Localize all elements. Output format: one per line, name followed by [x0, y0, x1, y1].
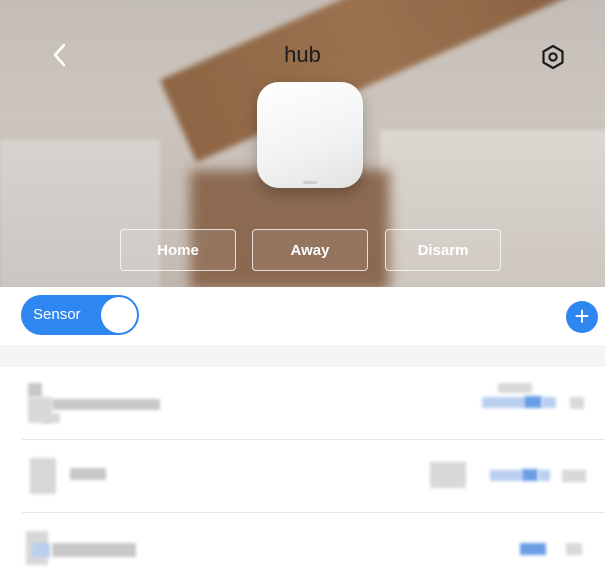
- toggle-knob: [101, 297, 137, 333]
- sensor-toggle[interactable]: Sensor: [21, 295, 139, 335]
- list-item[interactable]: [0, 513, 605, 586]
- settings-gear-icon[interactable]: [539, 43, 567, 71]
- sensor-toggle-label: Sensor: [33, 306, 81, 323]
- add-device-button[interactable]: +: [566, 301, 598, 333]
- section-spacer: [0, 345, 605, 367]
- list-item[interactable]: [0, 367, 605, 440]
- hub-led: [303, 181, 317, 184]
- home-mode-button[interactable]: Home: [120, 229, 236, 271]
- away-mode-button[interactable]: Away: [252, 229, 368, 271]
- filter-row: Sensor +: [0, 287, 605, 345]
- page-title: hub: [284, 42, 321, 67]
- hero-banner: hub Home Away Disarm: [0, 0, 605, 287]
- hub-device-image: [257, 82, 363, 188]
- list-item[interactable]: [0, 440, 605, 513]
- disarm-mode-button[interactable]: Disarm: [385, 229, 501, 271]
- device-list: [0, 367, 605, 586]
